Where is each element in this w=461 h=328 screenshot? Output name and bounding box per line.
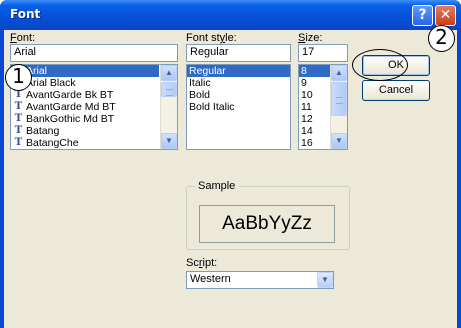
font-style-label: Font style: <box>186 32 237 44</box>
font-label: Font: <box>10 32 36 44</box>
size-input[interactable]: 17 <box>298 44 348 62</box>
size-list-scrollbar[interactable]: ▲ ▼ <box>330 65 347 149</box>
sample-title: Sample <box>195 180 239 192</box>
font-list-item[interactable]: T AvantGarde Bk BT <box>11 89 159 101</box>
style-list-item[interactable]: Regular <box>187 65 290 77</box>
truetype-icon: T <box>14 101 23 112</box>
size-list-item[interactable]: 16 <box>299 137 330 149</box>
style-list-item[interactable]: Bold Italic <box>187 101 290 113</box>
scroll-thumb[interactable] <box>161 82 177 97</box>
font-list-item[interactable]: T AvantGarde Md BT <box>11 101 159 113</box>
font-item-label: Arial Black <box>26 77 76 89</box>
size-label: Size: <box>298 32 323 44</box>
style-list-item[interactable]: Italic <box>187 77 290 89</box>
font-item-label: BatangChe <box>26 137 79 149</box>
script-label: Script: <box>186 257 218 269</box>
script-select[interactable]: Western ▼ <box>186 271 334 289</box>
size-list-item[interactable]: 8 <box>299 65 330 77</box>
sample-group: Sample AaBbYyZz <box>186 180 350 250</box>
scroll-up-icon[interactable]: ▲ <box>161 65 177 81</box>
font-list-item[interactable]: OArial Black <box>11 77 159 89</box>
help-button[interactable]: ? <box>412 5 433 26</box>
size-item-label: 8 <box>301 65 307 77</box>
truetype-icon: T <box>14 125 23 136</box>
callout-2: 2 <box>428 25 455 52</box>
font-name-list[interactable]: OArialOArial BlackTAvantGarde Bk BTTAvan… <box>10 64 178 150</box>
font-dialog-window: Font ? ✕ Font: Arial OArialOArial BlackT… <box>0 0 461 328</box>
size-item-label: 11 <box>301 101 312 113</box>
size-item-label: 10 <box>301 89 313 101</box>
truetype-icon: T <box>14 137 23 148</box>
callout-1: 1 <box>5 64 32 91</box>
script-value: Western <box>190 273 231 285</box>
scroll-thumb[interactable] <box>331 82 347 116</box>
chevron-down-icon[interactable]: ▼ <box>317 272 333 288</box>
truetype-icon: T <box>14 113 23 124</box>
size-list-item[interactable]: 10 <box>299 89 330 101</box>
font-name-input[interactable]: Arial <box>10 44 178 62</box>
ok-highlight-ring <box>352 49 408 81</box>
help-icon: ? <box>418 7 427 23</box>
close-button[interactable]: ✕ <box>435 5 456 26</box>
style-item-label: Bold <box>189 89 211 101</box>
size-list-item[interactable]: 11 <box>299 101 330 113</box>
font-list-item[interactable]: T BankGothic Md BT <box>11 113 159 125</box>
size-list[interactable]: 8 9 10 11 12 14 16 ▲ ▼ <box>298 64 348 150</box>
scroll-up-icon[interactable]: ▲ <box>331 65 347 81</box>
font-style-input[interactable]: Regular <box>186 44 291 62</box>
font-style-list[interactable]: Regular Italic Bold Bold Italic <box>186 64 291 150</box>
style-item-label: Italic <box>189 77 211 89</box>
style-list-item[interactable]: Bold <box>187 89 290 101</box>
font-item-label: AvantGarde Md BT <box>26 101 116 113</box>
font-item-label: BankGothic Md BT <box>26 113 115 125</box>
size-item-label: 14 <box>301 125 313 137</box>
font-list-item[interactable]: T Batang <box>11 125 159 137</box>
font-item-label: AvantGarde Bk BT <box>26 89 114 101</box>
font-list-item[interactable]: T BatangChe <box>11 137 159 149</box>
title-bar[interactable]: Font ? ✕ <box>0 0 461 30</box>
size-item-label: 9 <box>301 77 307 89</box>
size-item-label: 16 <box>301 137 313 149</box>
style-item-label: Bold Italic <box>189 101 235 113</box>
font-item-label: Batang <box>26 125 60 137</box>
sample-preview: AaBbYyZz <box>199 205 335 243</box>
scroll-down-icon[interactable]: ▼ <box>161 133 177 149</box>
font-list-item[interactable]: OArial <box>11 65 159 77</box>
size-list-item[interactable]: 14 <box>299 125 330 137</box>
size-list-item[interactable]: 9 <box>299 77 330 89</box>
window-title: Font <box>10 7 41 21</box>
size-list-item[interactable]: 12 <box>299 113 330 125</box>
scroll-down-icon[interactable]: ▼ <box>331 133 347 149</box>
cancel-button[interactable]: Cancel <box>362 80 430 101</box>
style-item-label: Regular <box>189 65 226 77</box>
font-list-scrollbar[interactable]: ▲ ▼ <box>160 65 177 149</box>
close-icon: ✕ <box>439 7 452 23</box>
size-item-label: 12 <box>301 113 313 125</box>
